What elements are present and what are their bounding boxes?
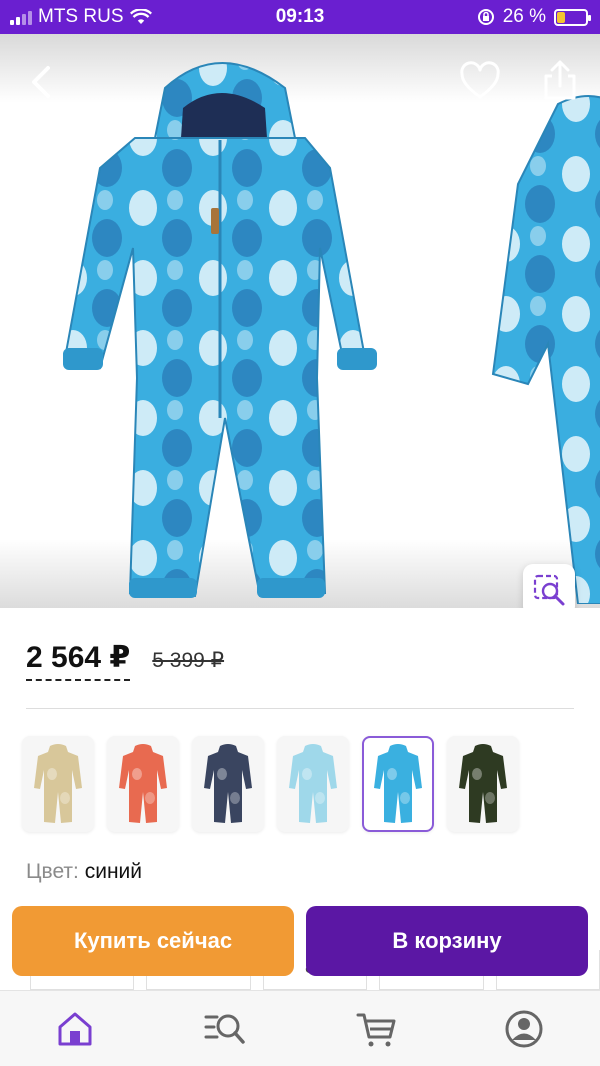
product-page: MTS RUS 09:13 26 % 2 564 ₽ 5 399 ₽ Цвет:… [0, 0, 600, 1066]
color-swatch[interactable] [277, 736, 349, 832]
color-value: синий [84, 860, 143, 883]
share-icon[interactable] [538, 58, 582, 102]
bottom-navigation [0, 990, 600, 1066]
tab-cart[interactable] [355, 1007, 399, 1051]
color-line: Цвет: синий [26, 860, 142, 884]
color-swatch[interactable] [447, 736, 519, 832]
swatch-thumbnail [204, 744, 252, 823]
cart-icon [356, 1013, 396, 1047]
battery-percent: 26 % [502, 6, 546, 27]
home-icon [58, 1012, 92, 1046]
heart-outline-icon[interactable] [458, 60, 502, 104]
color-label: Цвет: [26, 860, 79, 883]
color-swatches [22, 736, 519, 832]
swatch-thumbnail [374, 744, 422, 823]
product-gallery[interactable] [0, 34, 600, 608]
product-image [63, 62, 377, 598]
divider [26, 708, 574, 709]
catalog-search-icon [204, 1014, 245, 1044]
rotation-lock-icon [477, 9, 494, 25]
swatch-thumbnail [34, 744, 82, 823]
swatch-thumbnail [119, 744, 167, 823]
old-price: 5 399 ₽ [152, 649, 225, 672]
color-swatch[interactable] [362, 736, 434, 832]
current-price[interactable]: 2 564 ₽ [26, 640, 131, 681]
tab-home[interactable] [53, 1007, 97, 1051]
color-swatch[interactable] [22, 736, 94, 832]
next-product-image [491, 95, 600, 604]
swatch-thumbnail [459, 744, 507, 823]
back-icon[interactable] [22, 62, 62, 102]
image-search-icon [533, 574, 565, 606]
action-bar: Купить сейчас В корзину [0, 904, 600, 980]
battery-icon [554, 8, 591, 26]
profile-icon [505, 1010, 543, 1048]
swatch-thumbnail [289, 744, 337, 823]
visual-search-button[interactable] [523, 564, 575, 608]
color-swatch[interactable] [107, 736, 179, 832]
price-block: 2 564 ₽ 5 399 ₽ [26, 640, 224, 681]
buy-now-button[interactable]: Купить сейчас [12, 906, 294, 976]
add-to-cart-button[interactable]: В корзину [306, 906, 588, 976]
status-bar: MTS RUS 09:13 26 % [0, 0, 600, 34]
tab-catalog[interactable] [203, 1007, 247, 1051]
tab-profile[interactable] [502, 1007, 546, 1051]
color-swatch[interactable] [192, 736, 264, 832]
